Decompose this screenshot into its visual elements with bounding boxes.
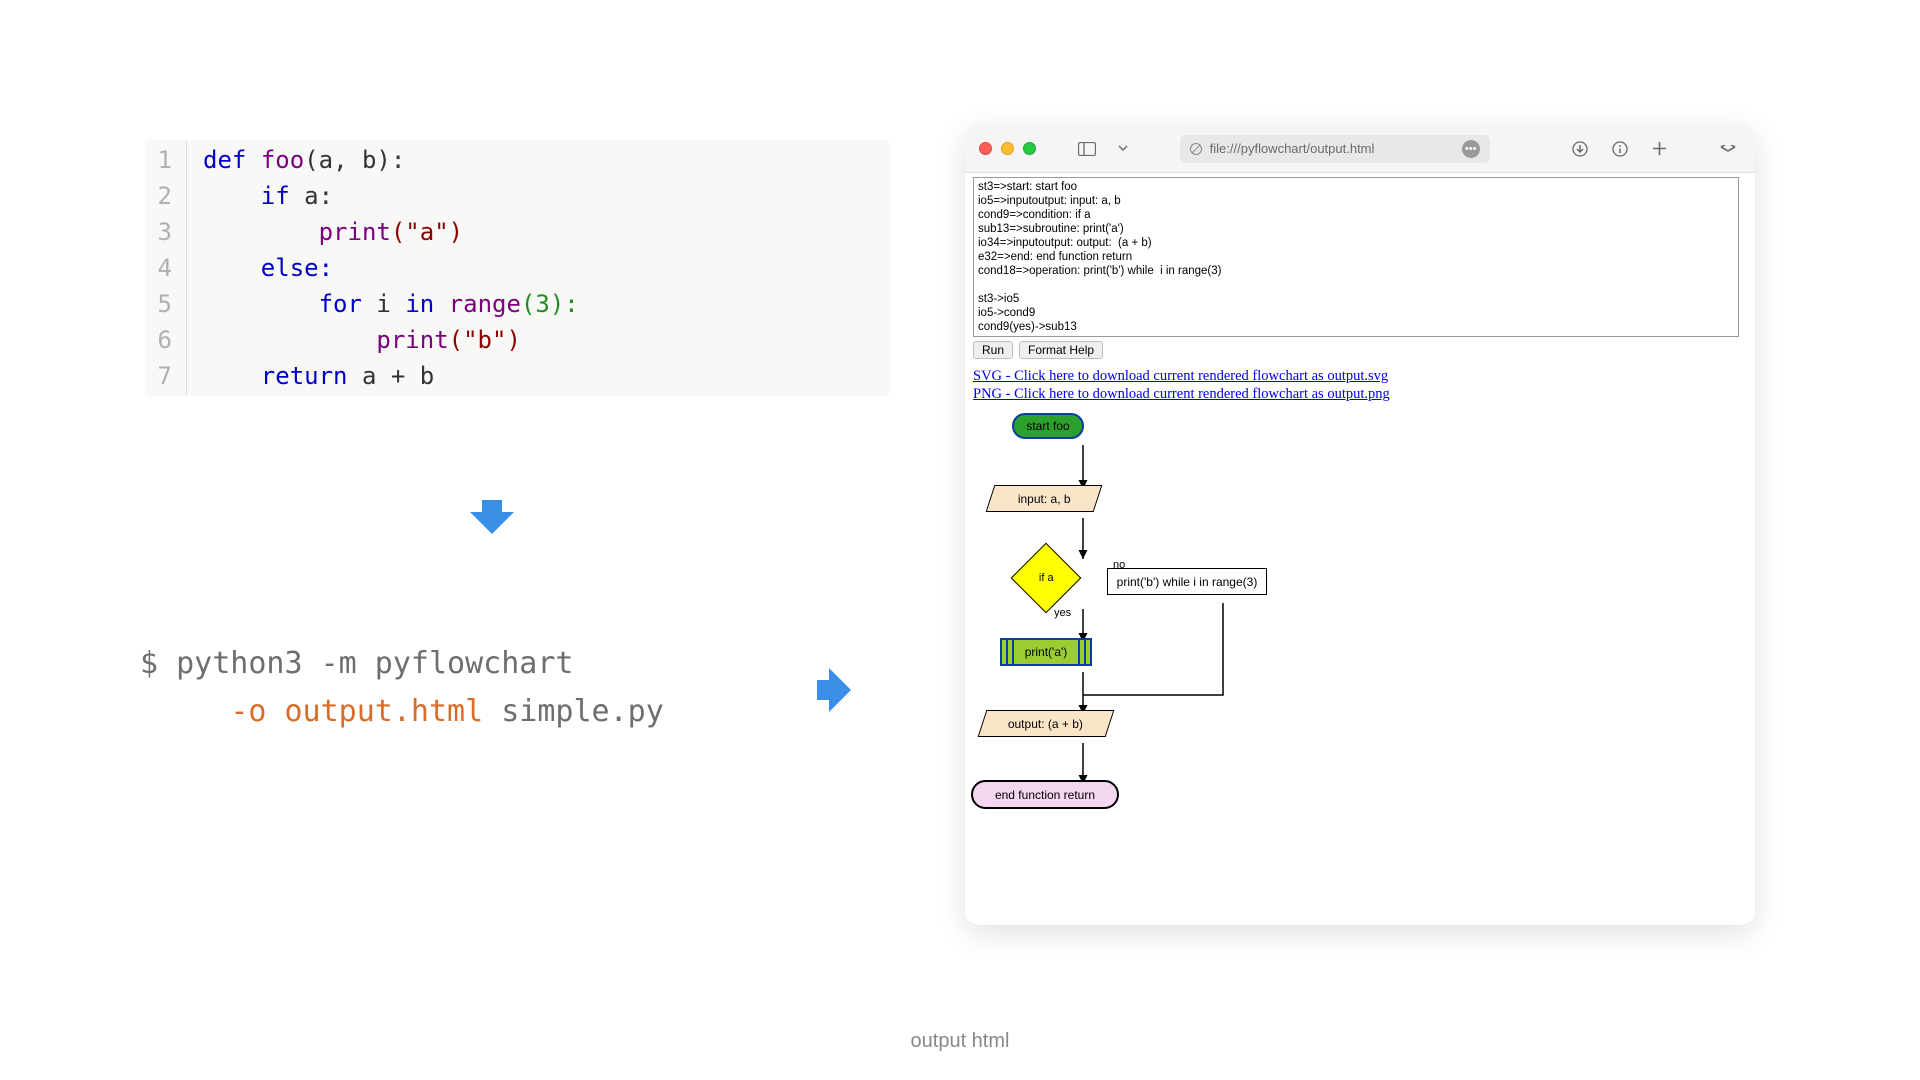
- line-number: 1: [145, 142, 187, 178]
- command-line: $ python3 -m pyflowchart -o output.html …: [140, 640, 664, 736]
- flowchart-condition-node: if a: [1021, 553, 1071, 603]
- sidebar-icon[interactable]: [1074, 136, 1100, 162]
- maximize-icon[interactable]: [1023, 142, 1036, 155]
- chevron-down-icon[interactable]: [1110, 136, 1136, 162]
- not-secure-icon: [1190, 143, 1202, 155]
- info-icon[interactable]: [1607, 136, 1633, 162]
- flowchart-edge-label-yes: yes: [1054, 607, 1071, 619]
- cmd-flag: -o output.html: [230, 694, 483, 729]
- flowchart-output-node: output: (a + b): [982, 710, 1110, 737]
- browser-window: file:///pyflowchart/output.html ••• st3=…: [965, 125, 1755, 925]
- download-svg-link[interactable]: SVG - Click here to download current ren…: [973, 367, 1747, 385]
- source-code-panel: 1def foo(a, b): 2 if a: 3 print("a") 4 e…: [145, 140, 890, 396]
- dsl-textarea[interactable]: st3=>start: start foo io5=>inputoutput: …: [973, 177, 1739, 337]
- download-png-link[interactable]: PNG - Click here to download current ren…: [973, 385, 1747, 403]
- new-tab-icon[interactable]: [1647, 136, 1673, 162]
- overflow-icon[interactable]: [1715, 136, 1741, 162]
- line-number: 4: [145, 250, 187, 286]
- traffic-lights: [979, 142, 1036, 155]
- cmd-arg: simple.py: [483, 694, 664, 729]
- caption-text: output html: [0, 1030, 1920, 1053]
- run-button[interactable]: Run: [973, 341, 1013, 359]
- flowchart-edges: [1001, 411, 1351, 831]
- url-text: file:///pyflowchart/output.html: [1210, 141, 1375, 156]
- flowchart-subroutine-node: print('a'): [1000, 638, 1092, 666]
- line-number: 7: [145, 358, 187, 394]
- minimize-icon[interactable]: [1001, 142, 1014, 155]
- url-bar[interactable]: file:///pyflowchart/output.html •••: [1180, 135, 1490, 163]
- format-help-button[interactable]: Format Help: [1019, 341, 1103, 359]
- prompt-symbol: $: [140, 646, 176, 681]
- code-line: for i in range(3):: [187, 286, 579, 322]
- flowchart-input-node: input: a, b: [990, 485, 1098, 512]
- browser-toolbar: file:///pyflowchart/output.html •••: [965, 125, 1755, 173]
- download-icon[interactable]: [1567, 136, 1593, 162]
- flowchart-canvas: start foo input: a, b if a no yes print(…: [965, 405, 1755, 905]
- code-line: else:: [187, 250, 333, 286]
- right-arrow-icon: [817, 668, 851, 717]
- down-arrow-icon: [470, 500, 514, 539]
- cmd-text: python3 -m pyflowchart: [176, 646, 573, 681]
- browser-content: st3=>start: start foo io5=>inputoutput: …: [965, 177, 1755, 905]
- flowchart-start-node: start foo: [1012, 413, 1084, 439]
- line-number: 6: [145, 322, 187, 358]
- line-number: 2: [145, 178, 187, 214]
- flowchart-end-node: end function return: [971, 780, 1119, 809]
- line-number: 3: [145, 214, 187, 250]
- code-line: def foo(a, b):: [187, 142, 405, 178]
- reader-badge-icon[interactable]: •••: [1462, 140, 1480, 158]
- code-line: print("b"): [187, 322, 521, 358]
- code-line: if a:: [187, 178, 333, 214]
- close-icon[interactable]: [979, 142, 992, 155]
- line-number: 5: [145, 286, 187, 322]
- code-line: return a + b: [187, 358, 434, 394]
- flowchart-operation-node: print('b') while i in range(3): [1107, 568, 1267, 595]
- code-line: print("a"): [187, 214, 463, 250]
